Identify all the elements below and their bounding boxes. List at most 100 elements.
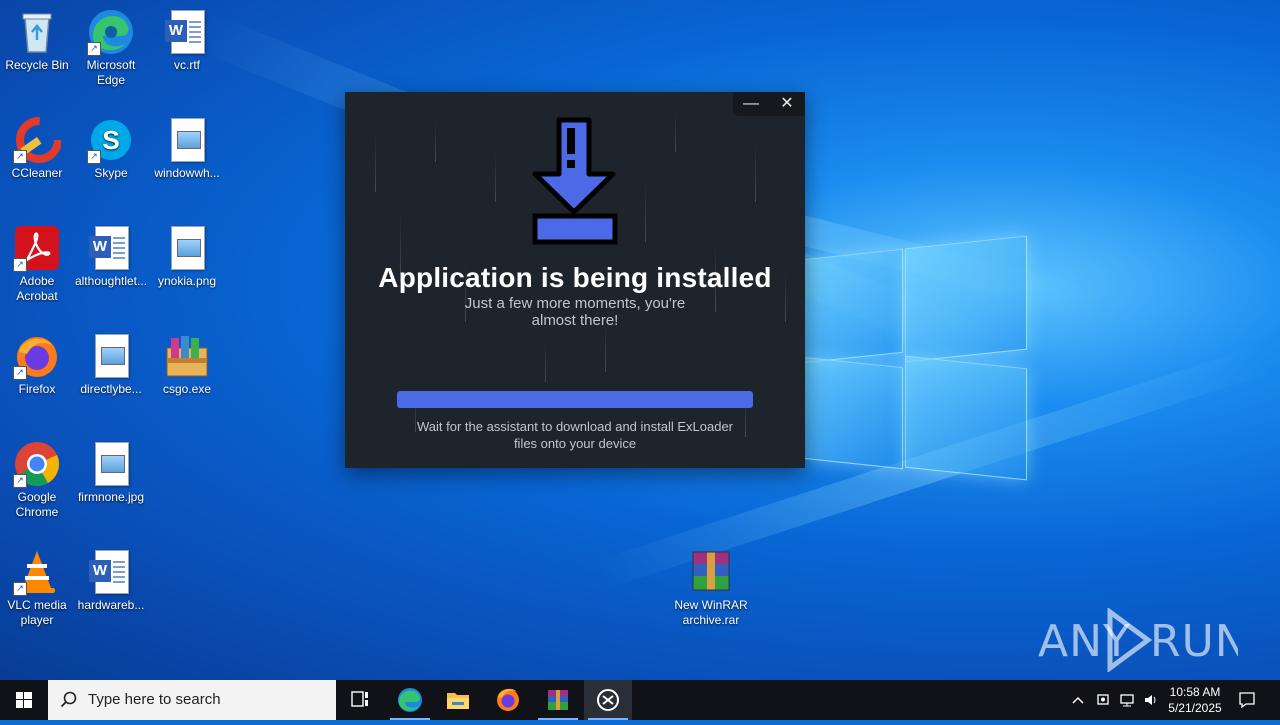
chrome-icon: ↗ (13, 440, 61, 488)
icon-label: hardwareb... (77, 598, 145, 612)
start-button[interactable] (0, 680, 48, 720)
shortcut-arrow-icon: ↗ (87, 42, 101, 56)
windows-logo (795, 235, 1030, 481)
icon-label: CCleaner (11, 166, 63, 180)
close-button[interactable]: ✕ (769, 92, 805, 116)
install-subline: Just a few more moments, you're almost t… (464, 295, 686, 329)
svg-text:S: S (102, 125, 119, 155)
icon-label: windowwh... (154, 166, 220, 180)
firefox-icon: ↗ (13, 332, 61, 380)
icon-label: Google Chrome (15, 490, 59, 519)
desktop-icon-ynokia[interactable]: ynokia.png (150, 224, 224, 289)
desktop-icon-vc-rtf[interactable]: W vc.rtf (150, 8, 224, 73)
close-icon: ✕ (780, 95, 794, 112)
desktop-icon-skype[interactable]: S ↗ Skype (74, 116, 148, 181)
image-file-icon (87, 440, 135, 488)
taskbar-search-box[interactable]: Type here to search (48, 680, 336, 720)
action-center-button[interactable] (1238, 691, 1256, 712)
desktop-icon-althoughtlet[interactable]: W althoughtlet... (74, 224, 148, 289)
minimize-icon: — (743, 95, 759, 112)
ccleaner-icon: ↗ (13, 116, 62, 164)
speaker-icon (1145, 695, 1156, 705)
taskbar-winrar[interactable] (534, 680, 582, 720)
icon-label: ynokia.png (157, 274, 217, 288)
tray-network[interactable] (1119, 692, 1135, 711)
install-headline: Application is being installed (378, 262, 772, 293)
window-controls: — ✕ (733, 92, 805, 116)
acrobat-icon: ↗ (13, 224, 61, 272)
search-icon (60, 691, 77, 708)
install-progress-bar (397, 391, 753, 408)
svg-text:RUN: RUN (1150, 616, 1238, 667)
desktop-icon-firefox[interactable]: ↗ Firefox (0, 332, 74, 397)
taskbar-exloader[interactable] (584, 680, 632, 720)
image-file-icon (87, 332, 135, 380)
taskbar-firefox[interactable] (484, 680, 532, 720)
edge-icon (398, 688, 422, 712)
shortcut-arrow-icon: ↗ (13, 366, 27, 380)
word-document-icon: W (87, 548, 135, 596)
install-footnote: Wait for the assistant to download and i… (416, 419, 734, 451)
desktop-icon-firmnone[interactable]: firmnone.jpg (74, 440, 148, 505)
desktop-icon-hardwareb[interactable]: W hardwareb... (74, 548, 148, 613)
shortcut-arrow-icon: ↗ (13, 150, 27, 164)
tray-volume[interactable] (1143, 692, 1159, 711)
taskbar-clock[interactable]: 10:58 AM 5/21/2025 (1160, 684, 1230, 716)
word-document-icon: W (163, 8, 211, 56)
taskbar-file-explorer[interactable] (434, 680, 482, 720)
edge-icon: ↗ (87, 8, 135, 56)
icon-label: vc.rtf (174, 58, 200, 72)
icon-label: New WinRAR archive.rar (674, 598, 748, 627)
search-placeholder: Type here to search (88, 691, 221, 708)
image-file-icon (163, 224, 211, 272)
notification-icon (1239, 692, 1255, 709)
shortcut-arrow-icon: ↗ (87, 150, 101, 164)
anyrun-watermark: ANY RUN (1038, 607, 1248, 673)
vlc-icon: ↗ (13, 548, 61, 596)
installer-window: — ✕ Application is being installed Just … (345, 92, 805, 468)
desktop-icon-windowwh[interactable]: windowwh... (150, 116, 224, 181)
desktop-icon-ccleaner[interactable]: ↗ CCleaner (0, 116, 74, 181)
icon-label: althoughtlet... (74, 274, 148, 288)
word-document-icon: W (87, 224, 135, 272)
taskbar-edge[interactable] (386, 680, 434, 720)
desktop-icon-directlybe[interactable]: directlybe... (74, 332, 148, 397)
network-share-icon (1097, 694, 1109, 705)
skype-icon: S ↗ (87, 116, 135, 164)
taskbar: Type here to search 10:58 AM 5/21/2025 (0, 680, 1280, 720)
desktop-icon-recycle-bin[interactable]: Recycle Bin (0, 8, 74, 73)
firefox-icon (497, 688, 519, 711)
desktop: Recycle Bin ↗ CCleaner ↗ Adobe Acrobat ↗… (0, 0, 1280, 680)
windows-start-icon (16, 692, 32, 708)
show-hidden-icons-button[interactable] (1070, 692, 1086, 711)
svg-text:ANY: ANY (1038, 616, 1131, 667)
desktop-icon-adobe-acrobat[interactable]: ↗ Adobe Acrobat (0, 224, 74, 304)
icon-label: Firefox (18, 382, 56, 396)
winrar-icon (163, 332, 211, 380)
shortcut-arrow-icon: ↗ (13, 582, 27, 596)
tray-meet-now[interactable] (1095, 692, 1111, 711)
icon-label: directlybe... (80, 382, 142, 396)
clock-date: 5/21/2025 (1168, 701, 1222, 715)
icon-label: Adobe Acrobat (16, 274, 58, 303)
icon-label: csgo.exe (162, 382, 212, 396)
desktop-icon-new-winrar-archive[interactable]: New WinRAR archive.rar (674, 548, 748, 628)
desktop-icon-google-chrome[interactable]: ↗ Google Chrome (0, 440, 74, 520)
icon-label: VLC media player (7, 598, 67, 627)
desktop-icon-csgo-exe[interactable]: csgo.exe (150, 332, 224, 397)
desktop-icon-vlc[interactable]: ↗ VLC media player (0, 548, 74, 628)
icon-label: firmnone.jpg (77, 490, 145, 504)
clock-time: 10:58 AM (1169, 685, 1221, 699)
task-view-icon (351, 691, 368, 707)
minimize-button[interactable]: — (733, 92, 769, 116)
winrar-archive-icon (687, 548, 735, 596)
shortcut-arrow-icon: ↗ (13, 258, 27, 272)
icon-label: Recycle Bin (5, 58, 69, 72)
network-icon (1120, 694, 1134, 707)
chevron-up-icon (1072, 696, 1084, 704)
icon-label: Skype (94, 166, 128, 180)
image-file-icon (163, 116, 211, 164)
desktop-icon-microsoft-edge[interactable]: ↗ Microsoft Edge (74, 8, 148, 88)
task-view-button[interactable] (336, 680, 384, 720)
exloader-icon (597, 689, 619, 711)
